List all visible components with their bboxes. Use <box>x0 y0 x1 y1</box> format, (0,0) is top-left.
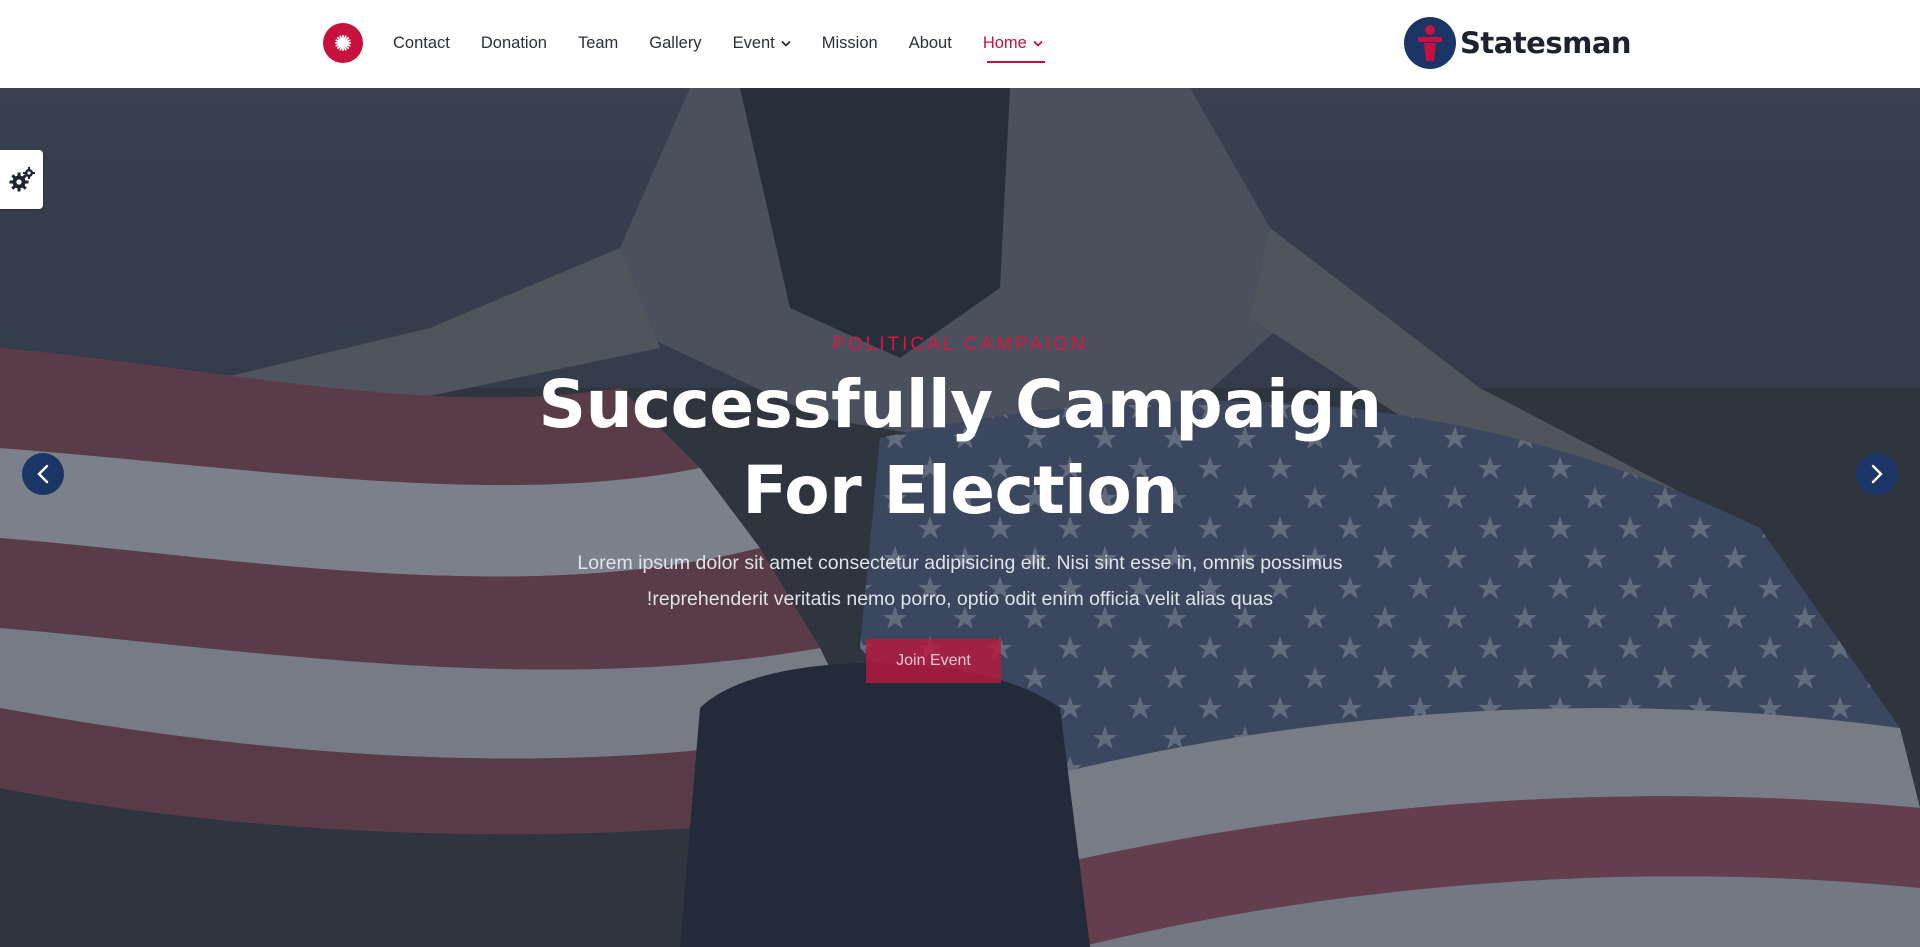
nav-item-event[interactable]: Event <box>733 22 791 64</box>
nav-item-donation[interactable]: Donation <box>481 22 547 64</box>
sunburst-menu-icon <box>334 34 352 52</box>
nav-item-label: Donation <box>480 33 547 52</box>
nav-item-label: Contact <box>393 33 450 52</box>
hero-subtext-line-2: !reprehenderit veritatis nemo porro, opt… <box>646 588 1274 610</box>
chevron-left-icon <box>37 464 49 484</box>
nav-item-label: Mission <box>821 33 878 52</box>
chevron-down-icon <box>1033 40 1043 47</box>
slider-next-button[interactable] <box>1856 453 1898 495</box>
hero-headline-line-1: Successfully Campaign <box>538 366 1382 443</box>
nav-item-about[interactable]: About <box>909 22 952 64</box>
hero-headline: Successfully Campaign For Election <box>460 362 1460 534</box>
chevron-down-icon <box>781 40 791 47</box>
podium-logo-icon <box>1404 17 1456 69</box>
nav-item-label: Home <box>982 33 1027 52</box>
main-navigation: Contact Donation Team Gallery Event Miss… <box>323 22 1074 64</box>
nav-item-gallery[interactable]: Gallery <box>649 22 701 64</box>
nav-item-label: Event <box>732 33 775 52</box>
settings-panel-toggle[interactable] <box>0 150 43 209</box>
gears-icon <box>9 166 35 191</box>
menu-toggle-button[interactable] <box>323 23 363 63</box>
site-header: Contact Donation Team Gallery Event Miss… <box>0 0 1920 88</box>
hero-headline-line-2: For Election <box>742 452 1178 529</box>
nav-item-contact[interactable]: Contact <box>393 22 450 64</box>
nav-menu: Contact Donation Team Gallery Event Miss… <box>393 22 1074 64</box>
hero-subtext-line-1: Lorem ipsum dolor sit amet consectetur a… <box>577 552 1343 574</box>
join-event-button[interactable]: Join Event <box>866 639 1001 683</box>
logo-text: Statesman <box>1460 26 1632 60</box>
slider-prev-button[interactable] <box>22 453 64 495</box>
hero-eyebrow: POLITICAL CAMPAIGN <box>832 334 1088 355</box>
nav-item-label: Team <box>577 33 619 52</box>
nav-item-home[interactable]: Home <box>982 22 1045 64</box>
chevron-right-icon <box>1871 464 1883 484</box>
nav-item-team[interactable]: Team <box>578 22 618 64</box>
site-logo[interactable]: Statesman <box>1404 17 1632 69</box>
nav-item-label: Gallery <box>649 33 702 52</box>
nav-item-label: About <box>908 33 952 52</box>
nav-item-mission[interactable]: Mission <box>822 22 878 64</box>
hero-slider: POLITICAL CAMPAIGN Successfully Campaign… <box>0 88 1920 947</box>
hero-subtext: Lorem ipsum dolor sit amet consectetur a… <box>510 545 1410 617</box>
